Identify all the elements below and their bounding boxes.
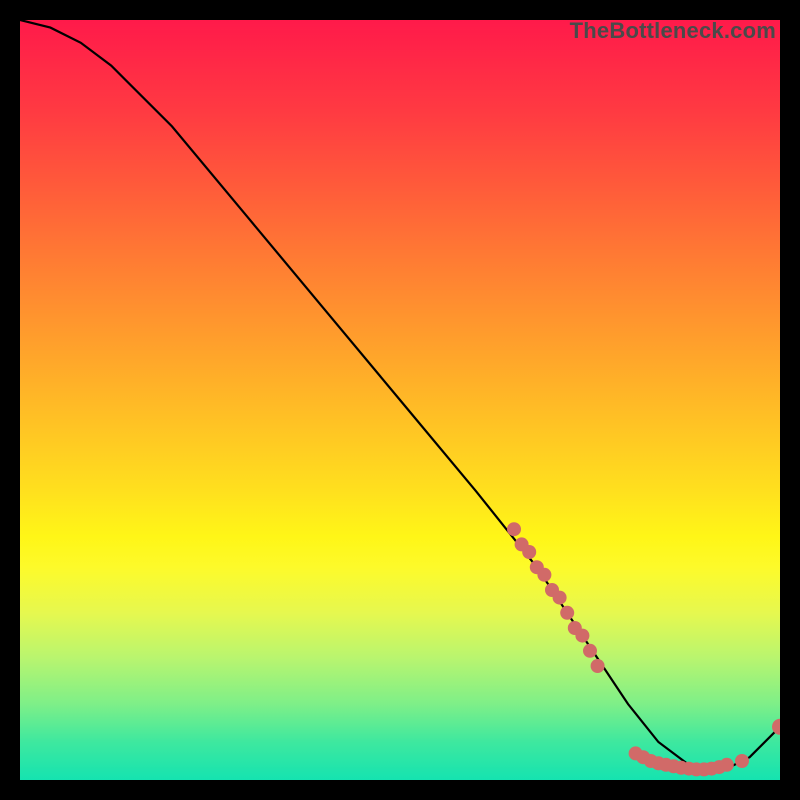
dot-cluster-lower-dot <box>720 758 734 772</box>
dot-cluster-lower-dot <box>735 754 749 768</box>
plot-area: TheBottleneck.com <box>20 20 780 780</box>
dot-cluster-upper-dot <box>560 606 574 620</box>
main-curve <box>20 20 780 772</box>
marker-group <box>507 522 780 776</box>
chart-stage: TheBottleneck.com <box>0 0 800 800</box>
dot-cluster-upper-dot <box>522 545 536 559</box>
dot-cluster-upper-dot <box>575 629 589 643</box>
dot-cluster-upper-dot <box>507 522 521 536</box>
curve-layer <box>20 20 780 780</box>
dot-cluster-upper-dot <box>537 568 551 582</box>
dot-cluster-upper-dot <box>583 644 597 658</box>
dot-cluster-upper-dot <box>591 659 605 673</box>
dot-cluster-upper-dot <box>553 591 567 605</box>
watermark-text: TheBottleneck.com <box>570 20 776 42</box>
